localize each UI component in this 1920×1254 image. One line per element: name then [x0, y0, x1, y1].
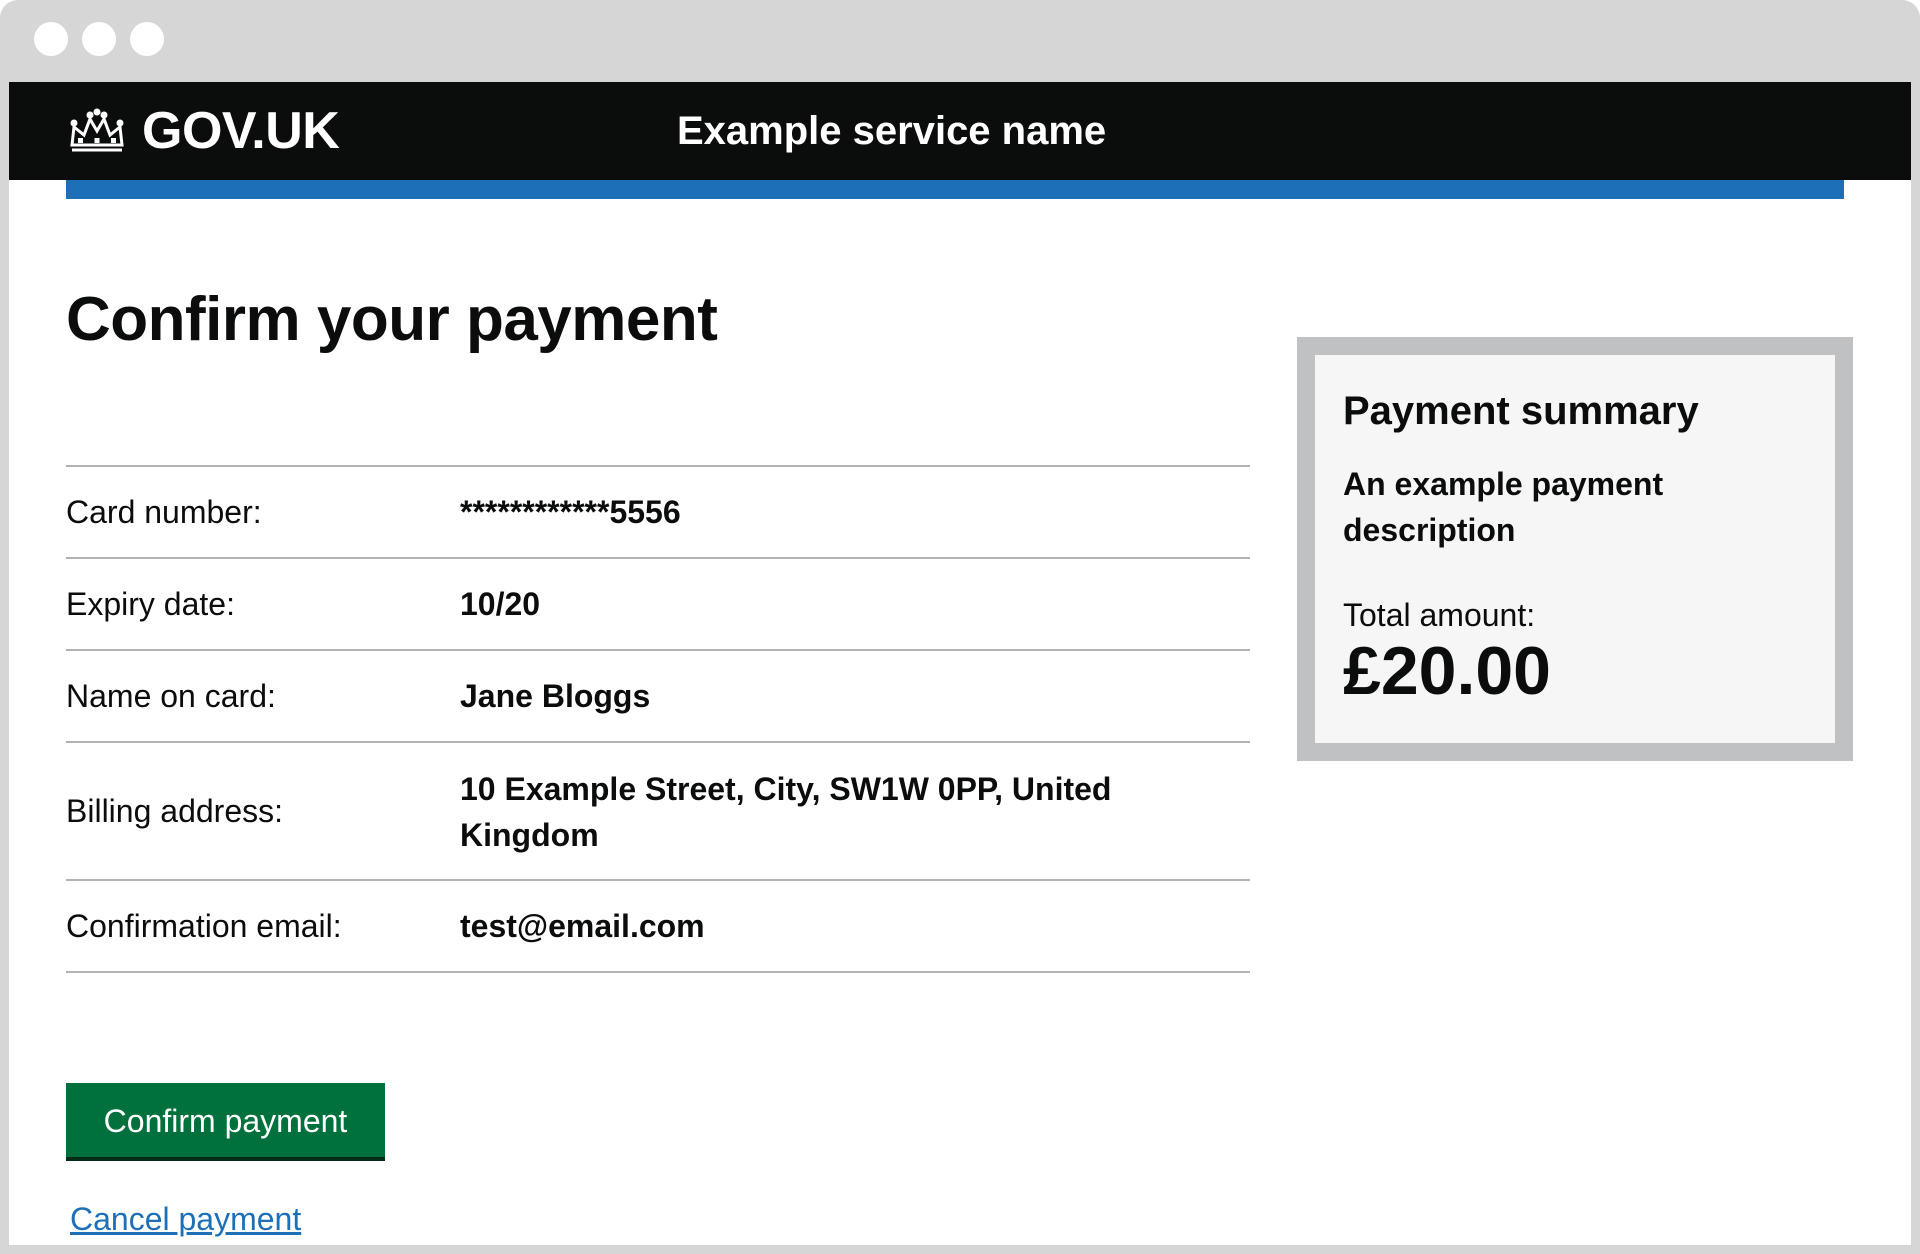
total-amount-value: £20.00: [1343, 633, 1551, 709]
summary-key: Name on card:: [66, 677, 276, 714]
page-viewport: GOV.UK Example service name Confirm your…: [9, 82, 1911, 1245]
summary-key: Expiry date:: [66, 585, 235, 622]
panel-title: Payment summary: [1343, 389, 1699, 433]
summary-value: Jane Bloggs: [460, 678, 651, 714]
summary-row-confirmation-email: Confirmation email: test@email.com: [66, 881, 1250, 973]
window-dot-maximize[interactable]: [130, 22, 164, 56]
cancel-payment-link[interactable]: Cancel payment: [70, 1201, 301, 1238]
summary-row-expiry-date: Expiry date: 10/20: [66, 559, 1250, 651]
summary-key: Billing address:: [66, 792, 283, 829]
summary-key: Card number:: [66, 493, 262, 530]
browser-window: GOV.UK Example service name Confirm your…: [0, 0, 1920, 1254]
payment-details-list: Card number: ************5556 Expiry dat…: [66, 465, 1250, 973]
service-name-link[interactable]: Example service name: [677, 82, 1106, 180]
summary-value: test@email.com: [460, 908, 705, 944]
total-amount-label: Total amount:: [1343, 597, 1536, 633]
header-accent-bar: [66, 180, 1844, 199]
summary-value: ************5556: [460, 494, 681, 530]
site-header: GOV.UK Example service name: [9, 82, 1911, 180]
confirm-payment-button[interactable]: Confirm payment: [66, 1083, 385, 1161]
payment-summary-panel: Payment summary An example payment descr…: [1297, 337, 1853, 761]
govuk-logo-link[interactable]: GOV.UK: [66, 101, 340, 161]
summary-value: 10/20: [460, 586, 541, 622]
window-controls: [34, 22, 164, 56]
page-title: Confirm your payment: [66, 285, 718, 354]
summary-row-name-on-card: Name on card: Jane Bloggs: [66, 651, 1250, 743]
summary-value: 10 Example Street, City, SW1W 0PP, Unite…: [460, 771, 1112, 853]
window-dot-close[interactable]: [34, 22, 68, 56]
summary-row-card-number: Card number: ************5556: [66, 467, 1250, 559]
crown-icon: [70, 108, 124, 152]
payment-description: An example payment description: [1343, 466, 1664, 548]
window-dot-minimize[interactable]: [82, 22, 116, 56]
summary-row-billing-address: Billing address: 10 Example Street, City…: [66, 743, 1250, 881]
summary-key: Confirmation email:: [66, 907, 342, 944]
logo-text: GOV.UK: [142, 102, 340, 160]
